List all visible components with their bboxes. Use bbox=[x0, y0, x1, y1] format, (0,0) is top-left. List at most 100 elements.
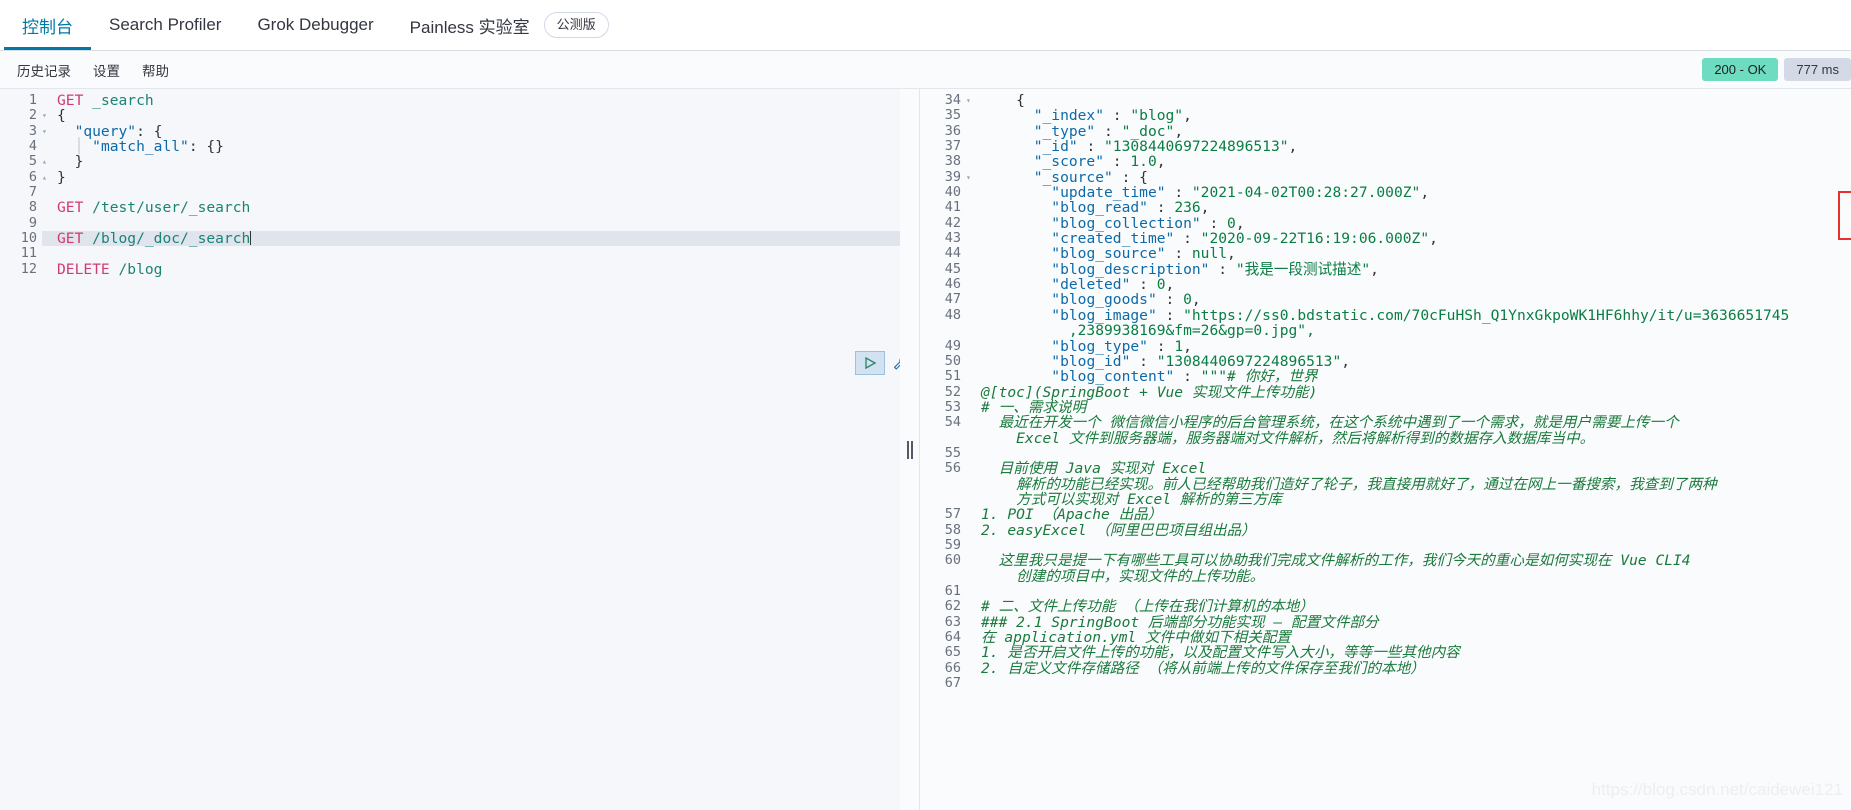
fold-toggle-icon bbox=[966, 231, 977, 246]
line-number: 54 bbox=[920, 414, 966, 431]
text-cursor bbox=[250, 231, 252, 246]
fold-toggle-icon bbox=[966, 492, 977, 507]
tab-grok-debugger[interactable]: Grok Debugger bbox=[239, 0, 391, 50]
line-number: 38 bbox=[920, 154, 966, 170]
tab-painless-lab[interactable]: Painless 实验室 bbox=[392, 0, 548, 50]
fold-toggle-icon bbox=[42, 216, 53, 231]
fold-toggle-icon bbox=[966, 538, 977, 553]
code-text: } bbox=[57, 168, 66, 186]
code-line: 36 "_type" : "_doc", bbox=[920, 123, 1851, 140]
code-line: 44 "blog_source" : null, bbox=[920, 246, 1851, 262]
code-line: 58 2. easyExcel （阿里巴巴项目组出品） bbox=[920, 522, 1851, 538]
fold-toggle-icon bbox=[966, 108, 977, 123]
tab-console[interactable]: 控制台 bbox=[4, 0, 91, 50]
fold-toggle-icon[interactable]: ▾ bbox=[42, 124, 53, 139]
code-text: ,2389938169&fm=26&gp=0.jpg", bbox=[981, 322, 1315, 340]
tab-grok-debugger-label: Grok Debugger bbox=[257, 15, 374, 34]
response-status-group: 200 - OK 777 ms bbox=[1702, 58, 1851, 81]
code-text: "blog_collection" : 0, bbox=[1051, 214, 1245, 232]
beta-badge[interactable]: 公测版 bbox=[543, 12, 609, 38]
line-number: 59 bbox=[920, 537, 966, 554]
code-line: 10 GET /blog/_doc/_search bbox=[0, 230, 900, 248]
status-badge-code: 200 - OK bbox=[1702, 58, 1779, 81]
fold-toggle-icon bbox=[966, 385, 977, 400]
code-text: "blog_image" : "https://ss0.bdstatic.com… bbox=[1051, 306, 1790, 324]
line-number: 46 bbox=[920, 276, 966, 293]
wrench-icon bbox=[893, 357, 900, 370]
code-text: "_source" : { bbox=[1033, 168, 1148, 186]
code-line: 66 2. 自定义文件存储路径 （将从前端上传的文件保存至我们的本地） bbox=[920, 660, 1851, 677]
tab-search-profiler[interactable]: Search Profiler bbox=[91, 0, 239, 50]
response-editor-pane[interactable]: 34 ▾ {35 "_index" : "blog", 36 "_type" : "… bbox=[920, 89, 1851, 810]
request-options-button[interactable] bbox=[887, 351, 900, 375]
line-number: 1 bbox=[0, 92, 42, 109]
request-editor-pane[interactable]: 1 GET _search 2 ▾{3 ▾ "query": {4 │ "match_a… bbox=[0, 89, 900, 810]
code-text: ### 2.1 SpringBoot 后端部分功能实现 — 配置文件部分 bbox=[981, 613, 1379, 631]
fold-toggle-icon bbox=[966, 262, 977, 277]
code-text: 这里我只是提一下有哪些工具可以协助我们完成文件解析的工作，我们今天的重心是如何实… bbox=[981, 552, 1691, 570]
line-number: 44 bbox=[920, 246, 966, 262]
fold-toggle-icon bbox=[966, 569, 977, 584]
code-line: 5 ▴ } bbox=[0, 154, 900, 170]
line-number: 45 bbox=[920, 261, 966, 278]
fold-toggle-icon bbox=[42, 185, 53, 200]
line-number: 47 bbox=[920, 292, 966, 308]
request-editor[interactable]: 1 GET _search 2 ▾{3 ▾ "query": {4 │ "match_a… bbox=[0, 89, 900, 810]
code-line: 53 # 一、需求说明 bbox=[920, 399, 1851, 416]
line-number: 55 bbox=[920, 445, 966, 462]
code-text: "created_time" : "2020-09-22T16:19:06.00… bbox=[1051, 230, 1438, 248]
pane-resize-handle[interactable] bbox=[900, 89, 920, 810]
code-line: 50 "blog_id" : "1308440697224896513", bbox=[920, 353, 1851, 370]
code-line: 创建的项目中，实现文件的上传功能。 bbox=[920, 567, 1851, 585]
fold-toggle-icon bbox=[966, 415, 977, 430]
fold-toggle-icon bbox=[966, 292, 977, 307]
submenu-item-history[interactable]: 历史记录 bbox=[6, 56, 82, 84]
code-text: 目前使用 Java 实现对 Excel bbox=[981, 460, 1207, 478]
fold-toggle-icon[interactable]: ▾ bbox=[966, 93, 977, 108]
fold-toggle-icon bbox=[966, 446, 977, 461]
code-line: 37 "_id" : "1308440697224896513", bbox=[920, 138, 1851, 155]
fold-toggle-icon bbox=[966, 477, 977, 492]
code-line: 42 "blog_collection" : 0, bbox=[920, 214, 1851, 232]
fold-toggle-icon bbox=[966, 354, 977, 369]
line-number: 12 bbox=[0, 261, 42, 278]
fold-toggle-icon bbox=[966, 523, 977, 538]
line-number: 62 bbox=[920, 598, 966, 615]
fold-toggle-icon bbox=[966, 461, 977, 476]
submenu-item-help[interactable]: 帮助 bbox=[131, 56, 180, 84]
code-text: "blog_goods" : 0, bbox=[1051, 291, 1201, 309]
line-number: 36 bbox=[920, 123, 966, 140]
code-text: GET /blog/_doc/_search bbox=[57, 230, 252, 248]
fold-toggle-icon bbox=[966, 339, 977, 354]
line-number: 3 bbox=[0, 123, 42, 140]
fold-toggle-icon[interactable]: ▴ bbox=[42, 154, 53, 169]
line-number: 57 bbox=[920, 506, 966, 523]
line-number: 10 bbox=[0, 230, 42, 247]
code-line: 41 "blog_read" : 236, bbox=[920, 200, 1851, 216]
fold-toggle-icon bbox=[42, 139, 53, 154]
line-number: 60 bbox=[920, 552, 966, 569]
code-text: 创建的项目中，实现文件的上传功能。 bbox=[981, 567, 1265, 585]
fold-toggle-icon[interactable]: ▴ bbox=[42, 170, 53, 185]
fold-toggle-icon bbox=[966, 277, 977, 292]
fold-toggle-icon[interactable]: ▾ bbox=[966, 170, 977, 185]
line-number: 11 bbox=[0, 246, 42, 262]
line-number: 65 bbox=[920, 645, 966, 661]
submenu-item-settings[interactable]: 设置 bbox=[82, 56, 131, 84]
send-request-button[interactable] bbox=[855, 351, 885, 375]
code-text: @[toc](SpringBoot + Vue 实现文件上传功能) bbox=[981, 383, 1318, 401]
code-line: 35 "_index" : "blog", bbox=[920, 107, 1851, 124]
code-line: 39 ▾ "_source" : { bbox=[920, 168, 1851, 186]
line-number: 2 bbox=[0, 107, 42, 124]
line-number: 67 bbox=[920, 675, 966, 692]
code-line: 34 ▾ { bbox=[920, 92, 1851, 109]
code-text: │ "match_all": {} bbox=[57, 138, 224, 156]
fold-toggle-icon bbox=[966, 584, 977, 599]
fold-toggle-icon[interactable]: ▾ bbox=[42, 108, 53, 123]
code-text: 解析的功能已经实现。前人已经帮助我们造好了轮子，我直接用就好了，通过在网上一番搜… bbox=[981, 475, 1717, 493]
